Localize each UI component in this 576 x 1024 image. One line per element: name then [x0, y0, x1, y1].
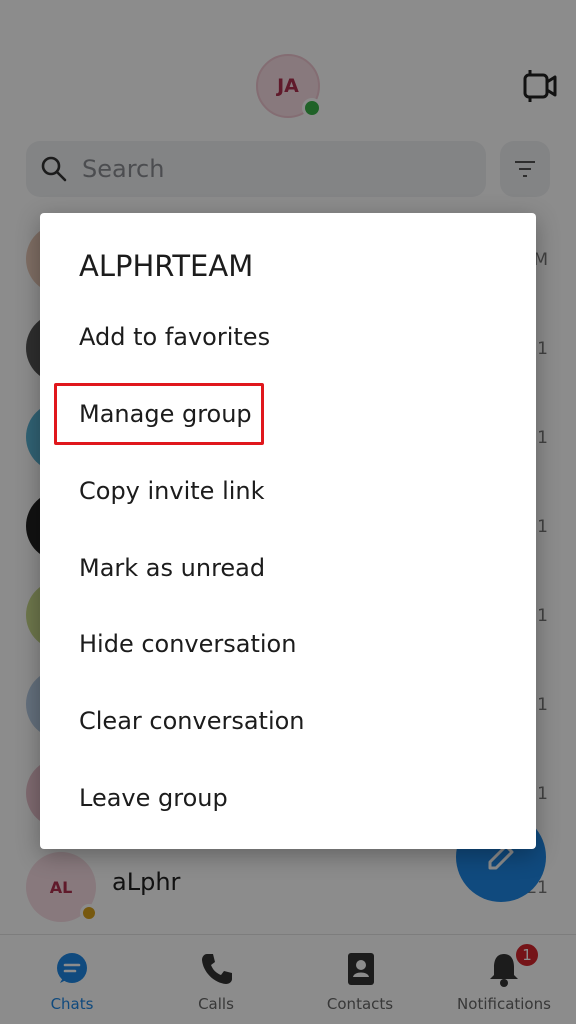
mark-as-unread-item[interactable]: Mark as unread — [79, 540, 509, 596]
conversation-context-menu: ALPHRTEAM Add to favorites Manage group … — [40, 213, 536, 849]
copy-invite-link-item[interactable]: Copy invite link — [79, 463, 509, 519]
add-to-favorites-item[interactable]: Add to favorites — [79, 309, 509, 365]
menu-title: ALPHRTEAM — [79, 249, 254, 283]
manage-group-highlight — [54, 383, 264, 445]
hide-conversation-item[interactable]: Hide conversation — [79, 616, 509, 672]
clear-conversation-item[interactable]: Clear conversation — [79, 693, 509, 749]
leave-group-item[interactable]: Leave group — [79, 770, 509, 826]
